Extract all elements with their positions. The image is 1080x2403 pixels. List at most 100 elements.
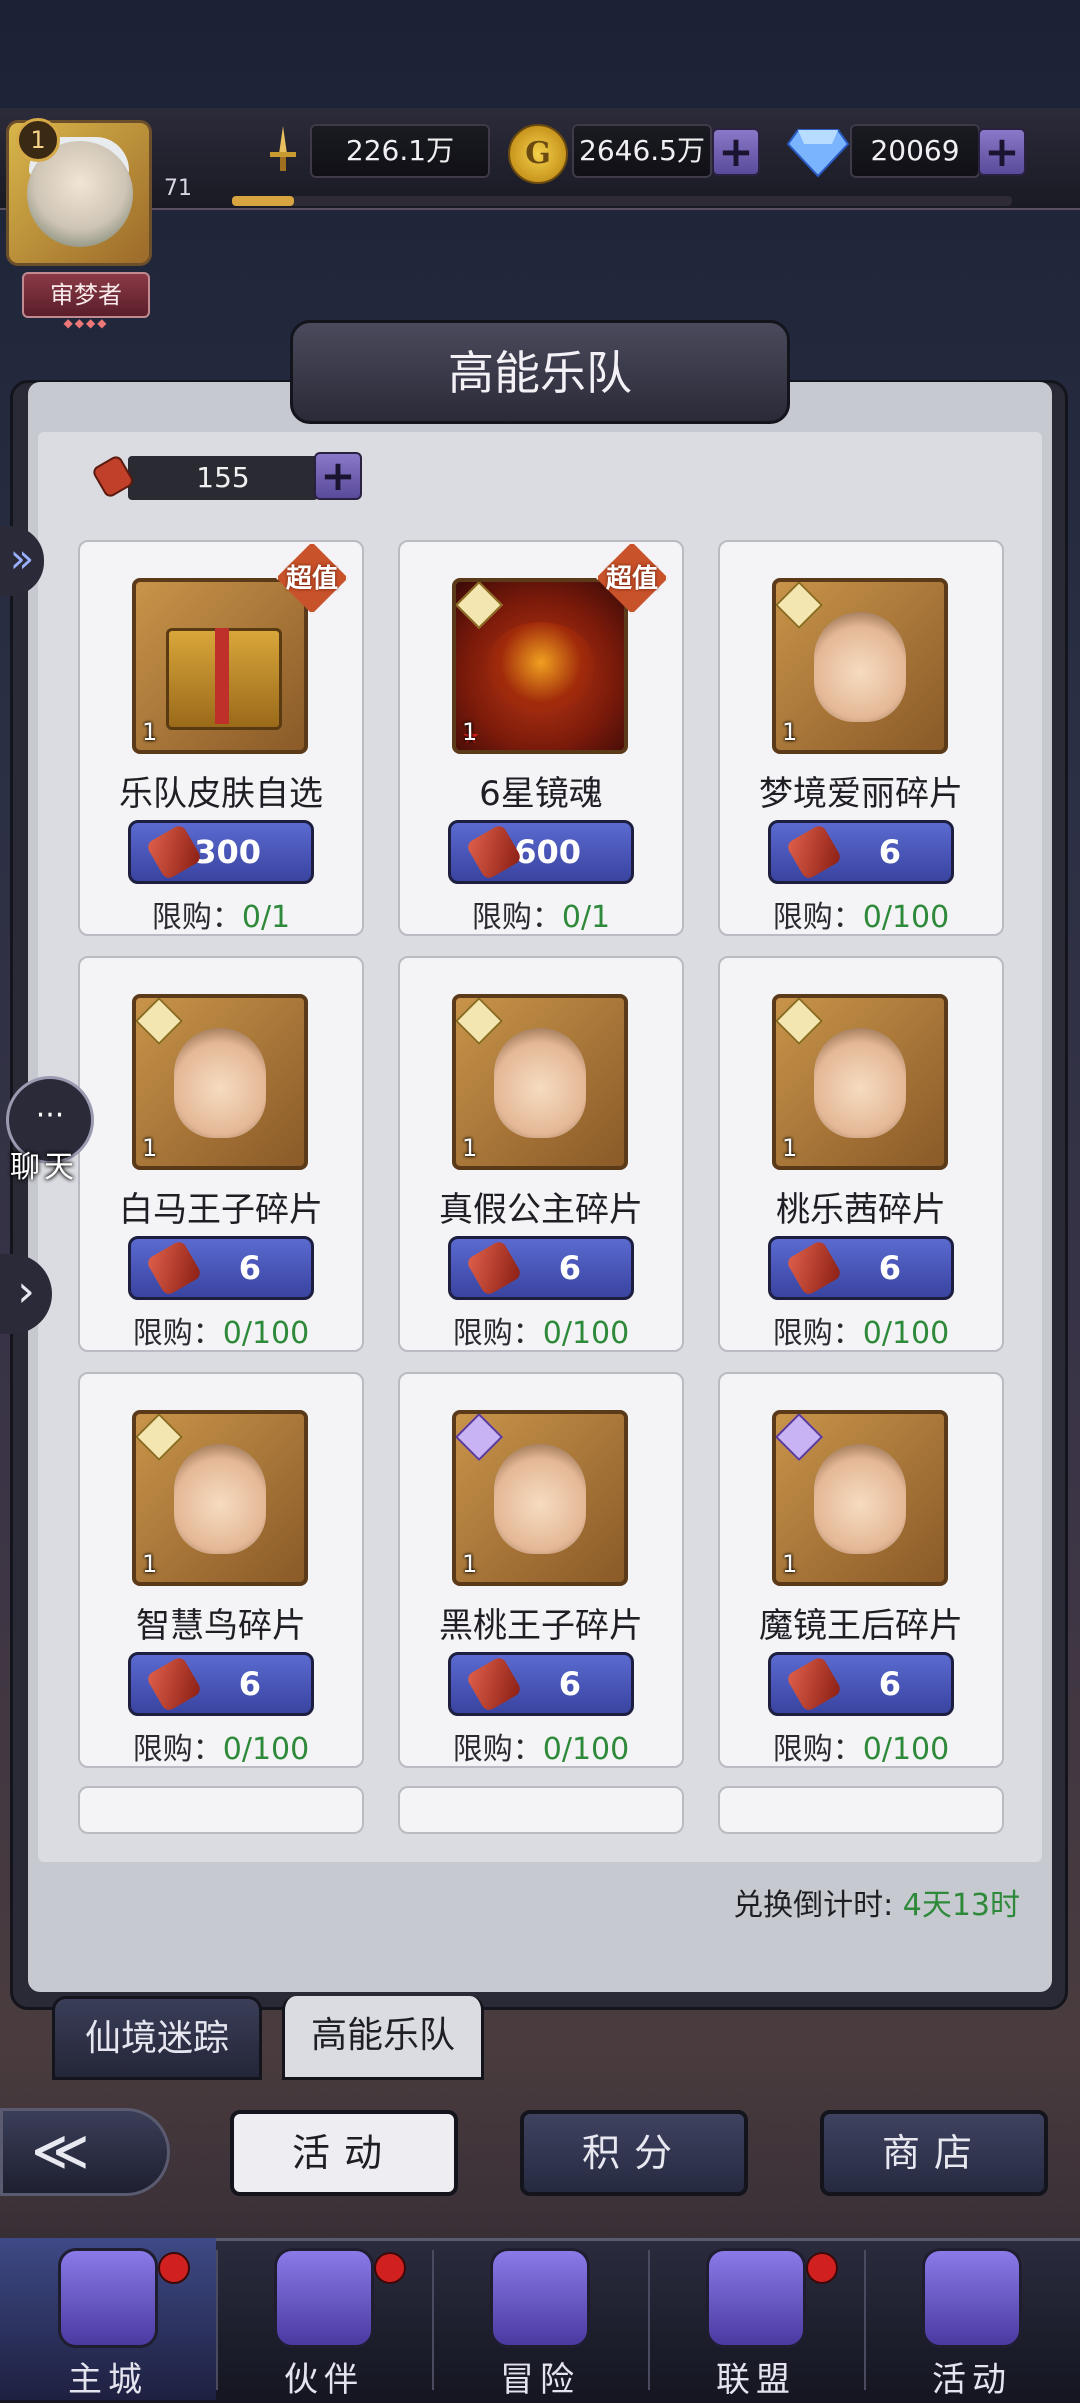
gold-coin-icon xyxy=(508,124,568,184)
chat-label[interactable]: 聊天 xyxy=(10,1142,100,1186)
nav-item[interactable]: 联盟 xyxy=(648,2238,864,2400)
exchange-countdown: 兑换倒计时: 4天13时 xyxy=(500,1880,1020,1924)
player-title-badge: 审梦者 xyxy=(22,272,150,318)
purchase-limit: 限购：0/1 xyxy=(80,892,362,936)
shop-item-card[interactable]: ★ 1 超值 6星镜魂 600 限购：0/1 xyxy=(398,540,684,936)
item-name: 真假公主碎片 xyxy=(439,1190,643,1230)
shop-item-card[interactable]: 1 超值乐队皮肤自选 300 限购：0/1 xyxy=(78,540,364,936)
nav-label: 联盟 xyxy=(716,2360,796,2400)
item-name: 黑桃王子碎片 xyxy=(439,1606,643,1646)
add-scroll-button[interactable]: + xyxy=(314,452,362,500)
nav-divider xyxy=(216,2250,218,2390)
limit-label: 限购： xyxy=(132,1732,223,1767)
buy-button[interactable]: 6 xyxy=(768,1652,954,1716)
shop-item-card[interactable]: 1 真假公主碎片 6 限购：0/100 xyxy=(398,956,684,1352)
item-price: 300 xyxy=(194,833,261,871)
nav-item[interactable]: 冒险 xyxy=(432,2238,648,2400)
shop-item-card-partial[interactable] xyxy=(78,1786,364,1834)
purchase-limit: 限购：0/100 xyxy=(720,1724,1002,1768)
power-value: 226.1万 xyxy=(310,124,490,178)
buy-button[interactable]: 600 xyxy=(448,820,634,884)
buy-button[interactable]: 6 xyxy=(768,820,954,884)
back-button[interactable] xyxy=(0,2108,170,2196)
item-price: 6 xyxy=(558,1665,581,1703)
item-art: 1 xyxy=(452,994,628,1170)
shop-item-card[interactable]: 1 桃乐茜碎片 6 限购：0/100 xyxy=(718,956,1004,1352)
buy-button[interactable]: 300 xyxy=(128,820,314,884)
item-art: ★ 1 xyxy=(452,578,628,754)
rarity-badge-icon xyxy=(456,998,504,1046)
item-art: 1 xyxy=(452,1410,628,1586)
nav-icon xyxy=(706,2248,806,2348)
purchase-limit: 限购：0/100 xyxy=(720,1308,1002,1352)
shop-item-card[interactable]: 1 白马王子碎片 6 限购：0/100 xyxy=(78,956,364,1352)
item-name: 乐队皮肤自选 xyxy=(119,774,323,814)
limit-label: 限购： xyxy=(772,900,863,935)
tab-band[interactable]: 高能乐队 xyxy=(282,1996,484,2080)
item-quantity: 1 xyxy=(462,1550,478,1578)
shop-item-card-partial[interactable] xyxy=(398,1786,684,1834)
scroll-currency-icon xyxy=(465,823,523,881)
buy-button[interactable]: 6 xyxy=(768,1236,954,1300)
shop-item-card-partial[interactable] xyxy=(718,1786,1004,1834)
purchase-limit: 限购：0/100 xyxy=(400,1724,682,1768)
shop-item-card[interactable]: 1 黑桃王子碎片 6 限购：0/100 xyxy=(398,1372,684,1768)
item-price: 6 xyxy=(558,1249,581,1287)
nav-item[interactable]: 活动 xyxy=(864,2238,1080,2400)
item-art: 1 xyxy=(132,1410,308,1586)
rarity-badge-icon xyxy=(776,582,824,630)
limit-label: 限购： xyxy=(151,900,242,935)
buy-button[interactable]: 6 xyxy=(448,1236,634,1300)
item-price: 6 xyxy=(878,833,901,871)
shop-button[interactable]: 商店 xyxy=(820,2110,1048,2196)
limit-value: 0/100 xyxy=(542,1316,630,1351)
buy-button[interactable]: 6 xyxy=(448,1652,634,1716)
notification-dot-icon xyxy=(158,2252,190,2284)
rarity-badge-icon xyxy=(776,998,824,1046)
nav-icon xyxy=(490,2248,590,2348)
hero-portrait-icon xyxy=(814,1028,906,1138)
countdown-label: 兑换倒计时: xyxy=(733,1888,903,1923)
panel-title: 高能乐队 xyxy=(448,346,632,400)
value-tag: 超值 xyxy=(285,564,338,594)
limit-value: 0/100 xyxy=(862,1316,950,1351)
shop-item-card[interactable]: 1 魔镜王后碎片 6 限购：0/100 xyxy=(718,1372,1004,1768)
hero-portrait-icon xyxy=(814,612,906,722)
item-quantity: 1 xyxy=(782,1550,798,1578)
add-gold-button[interactable]: + xyxy=(712,128,760,176)
nav-item[interactable]: 伙伴 xyxy=(216,2238,432,2400)
points-button[interactable]: 积分 xyxy=(520,2110,748,2196)
notification-dot-icon xyxy=(806,2252,838,2284)
item-art: 1 xyxy=(772,1410,948,1586)
scroll-currency-icon xyxy=(145,1655,203,1713)
tab-wonderland[interactable]: 仙境迷踪 xyxy=(52,1996,262,2080)
hero-portrait-icon xyxy=(814,1444,906,1554)
activity-button[interactable]: 活动 xyxy=(230,2110,458,2196)
item-name: 桃乐茜碎片 xyxy=(776,1190,946,1230)
item-quantity: 1 xyxy=(142,718,158,746)
buy-button[interactable]: 6 xyxy=(128,1652,314,1716)
scroll-currency-icon xyxy=(465,1239,523,1297)
nav-item[interactable]: 主城 xyxy=(0,2238,216,2400)
limit-label: 限购： xyxy=(132,1316,223,1351)
item-quantity: 1 xyxy=(142,1134,158,1162)
item-quantity: 1 xyxy=(142,1550,158,1578)
buy-button[interactable]: 6 xyxy=(128,1236,314,1300)
purchase-limit: 限购：0/1 xyxy=(400,892,682,936)
limit-label: 限购： xyxy=(471,900,562,935)
item-price: 6 xyxy=(238,1665,261,1703)
item-price: 6 xyxy=(878,1665,901,1703)
nav-divider xyxy=(432,2250,434,2390)
hero-portrait-icon xyxy=(174,1028,266,1138)
limit-value: 0/1 xyxy=(241,900,291,935)
limit-label: 限购： xyxy=(452,1316,543,1351)
shop-item-card[interactable]: 1 智慧鸟碎片 6 限购：0/100 xyxy=(78,1372,364,1768)
diamond-icon xyxy=(786,129,850,178)
item-name: 梦境爱丽碎片 xyxy=(759,774,963,814)
item-name: 白马王子碎片 xyxy=(119,1190,323,1230)
item-quantity: 1 xyxy=(782,1134,798,1162)
add-gem-button[interactable]: + xyxy=(978,128,1026,176)
shop-item-card[interactable]: 1 梦境爱丽碎片 6 限购：0/100 xyxy=(718,540,1004,936)
scroll-currency-icon xyxy=(145,1239,203,1297)
limit-label: 限购： xyxy=(772,1732,863,1767)
